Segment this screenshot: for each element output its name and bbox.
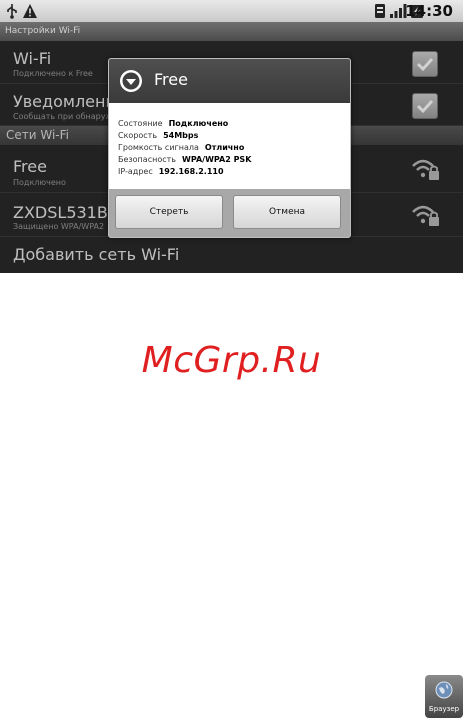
globe-icon: [435, 681, 453, 699]
browser-label: Браузер: [428, 705, 460, 713]
info-label: Состояние: [118, 119, 163, 128]
info-label: Скорость: [118, 131, 158, 140]
browser-launcher[interactable]: Браузер: [425, 675, 463, 718]
info-value: Отлично: [204, 143, 245, 152]
status-time: 14:30: [405, 2, 453, 20]
info-label: Безопасность: [118, 155, 176, 164]
info-row-ip: IP-адрес 192.168.2.110: [118, 167, 224, 176]
dialog-button-bar: Стереть Отмена: [109, 189, 350, 237]
info-row-security: Безопасность WPA/WPA2 PSK: [118, 155, 251, 164]
dialog-title: Free: [154, 70, 188, 89]
usb-icon: [7, 4, 17, 19]
watermark-text: McGrp.Ru: [141, 340, 322, 381]
cancel-button[interactable]: Отмена: [233, 195, 341, 229]
android-screen: 14:30 Настройки Wi-Fi Wi-Fi Подключено к…: [0, 0, 463, 273]
info-row-speed: Скорость 54Mbps: [118, 131, 198, 140]
network-details-dialog: Free Состояние Подключено Скорость 54Mbps …: [108, 58, 351, 238]
info-row-signal: Громкость сигнала Отлично: [118, 143, 244, 152]
page-title: Настройки Wi-Fi: [0, 22, 463, 41]
info-label: IP-адрес: [118, 167, 153, 176]
forget-button[interactable]: Стереть: [115, 195, 223, 229]
dialog-header: Free: [109, 59, 350, 103]
info-value: WPA/WPA2 PSK: [182, 155, 252, 164]
warning-icon: [23, 4, 37, 18]
info-value: 54Mbps: [163, 131, 199, 140]
sim-icon: [375, 4, 385, 18]
status-bar: 14:30: [0, 0, 463, 22]
dropdown-circle-icon: [120, 70, 142, 92]
info-value: Подключено: [168, 119, 229, 128]
info-value: 192.168.2.110: [158, 167, 224, 176]
info-label: Громкость сигнала: [118, 143, 199, 152]
info-row-state: Состояние Подключено: [118, 119, 228, 128]
